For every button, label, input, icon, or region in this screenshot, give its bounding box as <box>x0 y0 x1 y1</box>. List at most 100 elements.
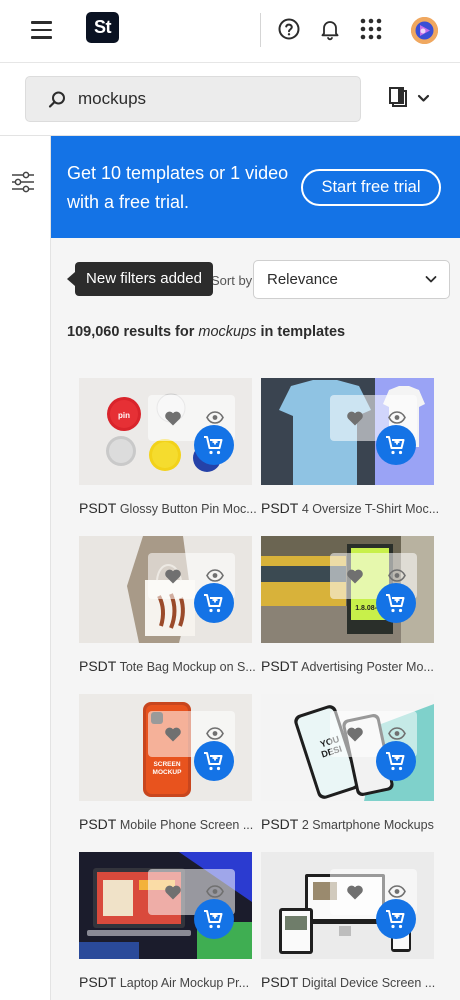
heart-icon[interactable] <box>346 884 364 900</box>
banner-text: Get 10 templates or 1 video with a free … <box>67 163 289 212</box>
template-title: Glossy Button Pin Moc... <box>119 502 257 516</box>
cart-icon <box>204 594 223 613</box>
template-type: PSDT <box>79 500 117 516</box>
eye-icon[interactable] <box>206 569 224 582</box>
eye-icon[interactable] <box>388 727 406 740</box>
template-card[interactable]: 1.8.08-05 PSDT Advertising Poster Mo... <box>261 536 434 674</box>
results-prefix: results for <box>123 324 195 340</box>
cart-icon <box>386 752 405 771</box>
template-thumbnail[interactable]: YOU DESI <box>261 694 434 801</box>
eye-icon[interactable] <box>206 727 224 740</box>
menu-icon[interactable] <box>31 21 52 39</box>
template-card[interactable]: PSDT Laptop Air Mockup Pr... <box>79 852 252 990</box>
results-count: 109,060 <box>67 324 120 340</box>
heart-icon[interactable] <box>164 568 182 584</box>
sort-label: Sort by <box>211 273 253 288</box>
template-caption: PSDT Laptop Air Mockup Pr... <box>79 974 257 990</box>
template-type: PSDT <box>261 500 299 516</box>
asset-type-dropdown[interactable] <box>389 86 433 112</box>
add-to-cart-button[interactable] <box>376 583 416 623</box>
adobe-stock-logo[interactable]: St <box>86 12 119 43</box>
free-trial-banner: Get 10 templates or 1 video with a free … <box>51 136 460 238</box>
template-title: Advertising Poster Mo... <box>301 660 434 674</box>
template-title: Laptop Air Mockup Pr... <box>119 976 250 990</box>
template-thumbnail[interactable] <box>261 378 434 485</box>
start-free-trial-button[interactable]: Start free trial <box>301 169 441 206</box>
filter-icon[interactable] <box>11 171 35 193</box>
add-to-cart-button[interactable] <box>376 425 416 465</box>
filter-sidebar <box>0 136 51 1000</box>
template-thumbnail[interactable]: SCREEN MOCKUP <box>79 694 252 801</box>
search-value: mockups <box>78 89 147 108</box>
template-type: PSDT <box>261 658 299 674</box>
heart-icon[interactable] <box>164 726 182 742</box>
cart-icon <box>386 436 405 455</box>
template-thumbnail[interactable] <box>79 536 252 643</box>
cart-icon <box>204 910 223 929</box>
add-to-cart-button[interactable] <box>194 899 234 939</box>
eye-icon[interactable] <box>388 411 406 424</box>
heart-icon[interactable] <box>346 726 364 742</box>
cart-icon <box>386 910 405 929</box>
search-input[interactable]: mockups <box>25 76 361 122</box>
add-to-cart-button[interactable] <box>376 899 416 939</box>
template-title: 4 Oversize T-Shirt Moc... <box>301 502 439 516</box>
template-caption: PSDT 4 Oversize T-Shirt Moc... <box>261 500 439 516</box>
template-caption: PSDT Tote Bag Mockup on S... <box>79 658 257 674</box>
heart-icon[interactable] <box>346 410 364 426</box>
template-type: PSDT <box>79 658 117 674</box>
svg-text:MOCKUP: MOCKUP <box>153 769 183 776</box>
template-caption: PSDT Glossy Button Pin Moc... <box>79 500 257 516</box>
search-row: mockups <box>0 63 460 136</box>
chevron-down-icon <box>425 276 437 283</box>
add-to-cart-button[interactable] <box>194 583 234 623</box>
heart-icon[interactable] <box>164 410 182 426</box>
template-thumbnail[interactable]: 1.8.08-05 <box>261 536 434 643</box>
template-type: PSDT <box>261 974 299 990</box>
help-icon[interactable] <box>277 17 301 41</box>
add-to-cart-button[interactable] <box>194 425 234 465</box>
new-filters-tooltip: New filters added <box>67 262 213 296</box>
heart-icon[interactable] <box>164 884 182 900</box>
template-card[interactable]: YOU DESI PSDT 2 Smartphone Mockups <box>261 694 434 832</box>
top-bar: St <box>0 0 460 63</box>
results-suffix: in templates <box>260 324 346 340</box>
template-card[interactable]: pin PSDT Glossy Button Pin Moc... <box>79 378 257 516</box>
template-caption: PSDT Digital Device Screen ... <box>261 974 439 990</box>
eye-icon[interactable] <box>206 885 224 898</box>
eye-icon[interactable] <box>388 569 406 582</box>
template-thumbnail[interactable]: pin <box>79 378 252 485</box>
sort-value: Relevance <box>267 271 338 288</box>
template-title: Digital Device Screen ... <box>301 976 436 990</box>
template-type: PSDT <box>79 816 117 832</box>
sort-dropdown[interactable]: Relevance <box>253 260 450 299</box>
add-to-cart-button[interactable] <box>194 741 234 781</box>
add-to-cart-button[interactable] <box>376 741 416 781</box>
svg-text:pin: pin <box>118 411 130 420</box>
search-icon <box>48 91 65 108</box>
cart-icon <box>386 594 405 613</box>
cart-icon <box>204 436 223 455</box>
results-summary: 109,060 results for mockups in templates <box>67 324 345 340</box>
template-title: Tote Bag Mockup on S... <box>119 660 256 674</box>
template-title: 2 Smartphone Mockups <box>301 818 434 832</box>
eye-icon[interactable] <box>206 411 224 424</box>
apps-grid-icon[interactable] <box>359 17 383 41</box>
heart-icon[interactable] <box>346 568 364 584</box>
template-card[interactable]: PSDT Tote Bag Mockup on S... <box>79 536 256 674</box>
template-thumbnail[interactable] <box>79 852 252 959</box>
divider <box>260 13 261 47</box>
template-card[interactable]: PSDT 4 Oversize T-Shirt Moc... <box>261 378 439 516</box>
template-caption: PSDT 2 Smartphone Mockups <box>261 816 439 832</box>
cart-icon <box>204 752 223 771</box>
template-caption: PSDT Mobile Phone Screen ... <box>79 816 257 832</box>
template-thumbnail[interactable] <box>261 852 434 959</box>
avatar[interactable] <box>411 17 438 44</box>
notification-bell-icon[interactable] <box>318 17 342 41</box>
template-title: Mobile Phone Screen ... <box>119 818 254 832</box>
template-card[interactable]: PSDT Digital Device Screen ... <box>261 852 435 990</box>
template-card[interactable]: SCREEN MOCKUP PSDT Mobile Phone Screen .… <box>79 694 253 832</box>
eye-icon[interactable] <box>388 885 406 898</box>
template-type: PSDT <box>261 816 299 832</box>
template-type: PSDT <box>79 974 117 990</box>
